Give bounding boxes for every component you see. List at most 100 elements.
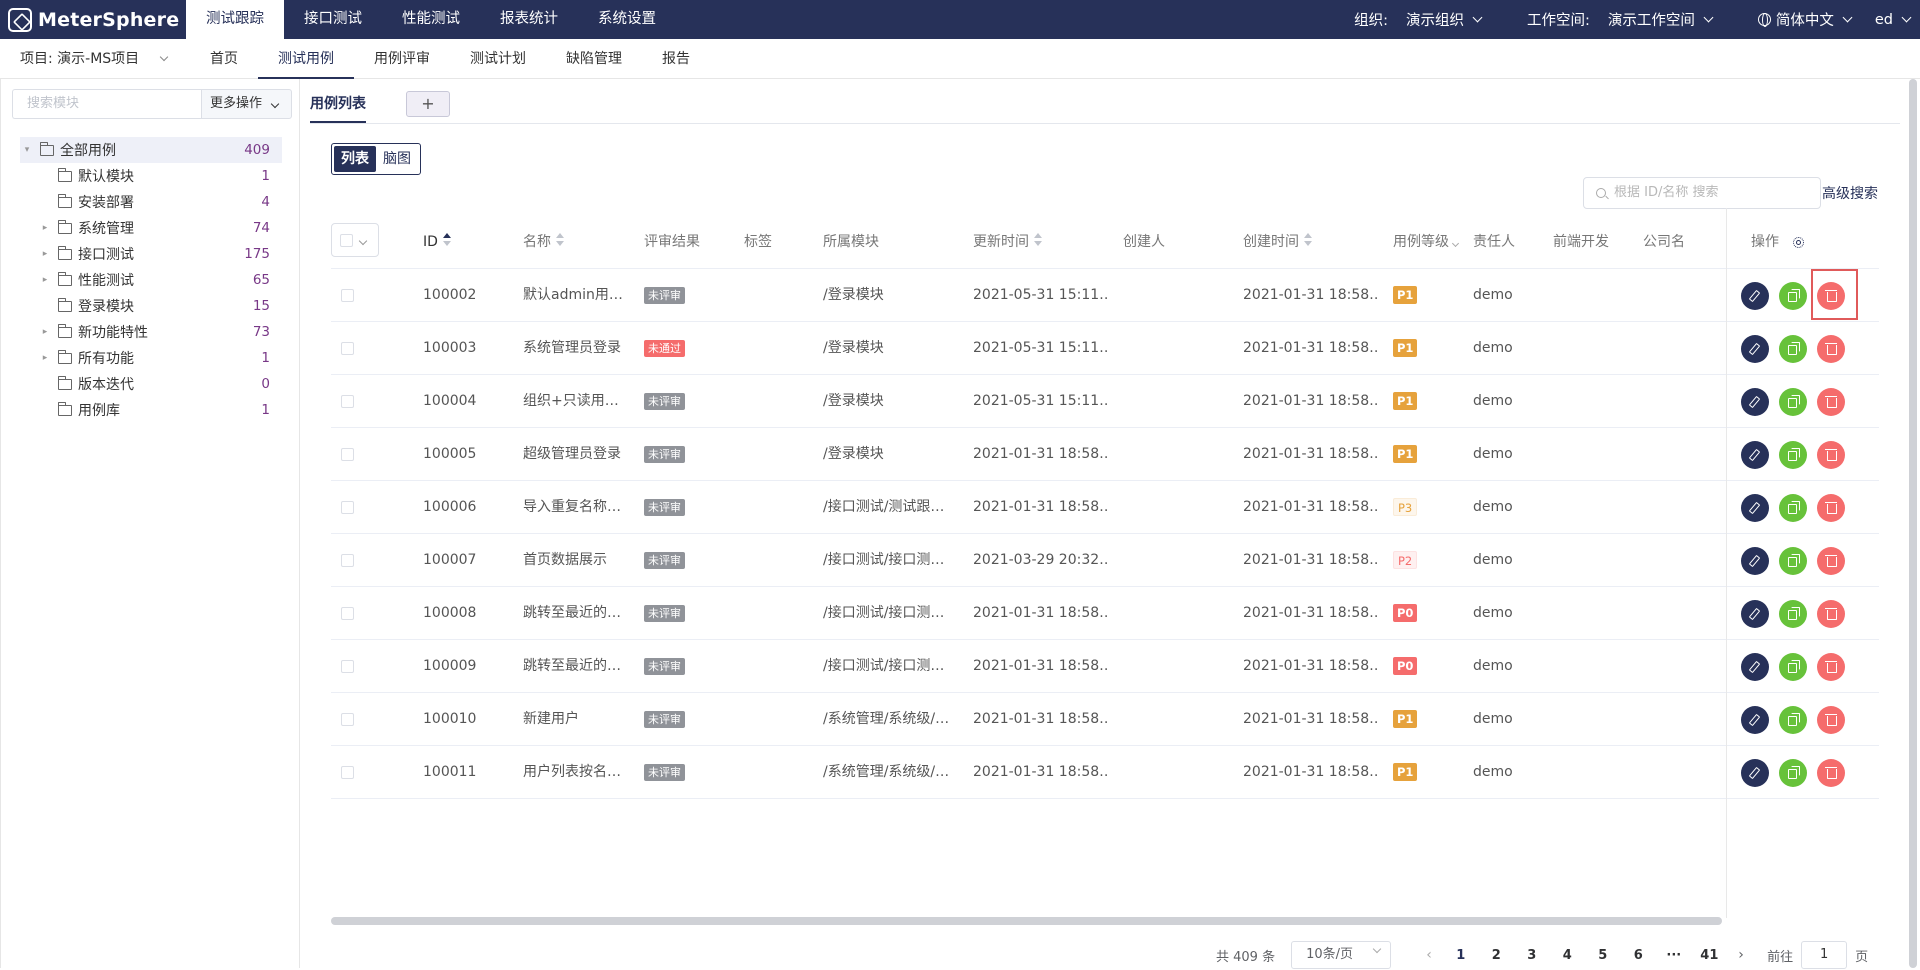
delete-icon[interactable] bbox=[1817, 652, 1845, 681]
tree-node[interactable]: ▾ 全部用例 409 bbox=[20, 137, 282, 163]
page-number[interactable]: 41 bbox=[1692, 948, 1728, 963]
edit-icon[interactable] bbox=[1741, 334, 1769, 363]
workspace-switcher[interactable]: 工作空间: 演示工作空间 bbox=[1527, 9, 1714, 30]
delete-icon[interactable] bbox=[1817, 705, 1845, 734]
gear-icon[interactable] bbox=[1793, 236, 1804, 248]
page-number[interactable]: 4 bbox=[1550, 948, 1586, 963]
page-size-select[interactable]: 10条/页 bbox=[1291, 941, 1392, 969]
cell-name[interactable]: 默认admin用… bbox=[523, 269, 635, 322]
row-checkbox[interactable] bbox=[341, 289, 354, 302]
edit-icon[interactable] bbox=[1741, 493, 1769, 522]
topnav-settings[interactable]: 系统设置 bbox=[578, 0, 676, 39]
edit-icon[interactable] bbox=[1741, 546, 1769, 575]
subnav-review[interactable]: 用例评审 bbox=[354, 39, 450, 79]
page-number[interactable]: 2 bbox=[1479, 948, 1515, 963]
expand-icon[interactable]: ▸ bbox=[38, 249, 52, 259]
select-all-checkbox[interactable] bbox=[340, 234, 353, 247]
cell-name[interactable]: 新建用户 bbox=[523, 693, 635, 746]
table-row[interactable]: 100002 默认admin用… 未评审/登录模块 2021-05-31 15:11…… bbox=[331, 269, 1879, 322]
cell-name[interactable]: 组织+只读用… bbox=[523, 375, 635, 428]
expand-icon[interactable]: ▸ bbox=[38, 353, 52, 363]
copy-icon[interactable] bbox=[1779, 387, 1807, 416]
row-checkbox[interactable] bbox=[341, 607, 354, 620]
expand-icon[interactable]: ▸ bbox=[38, 275, 52, 285]
topnav-test-track[interactable]: 测试跟踪 bbox=[186, 0, 284, 39]
tree-node[interactable]: ▸ 所有功能 1 bbox=[20, 345, 282, 371]
row-checkbox[interactable] bbox=[341, 395, 354, 408]
horizontal-scrollbar[interactable] bbox=[331, 917, 1722, 925]
sort-icon[interactable] bbox=[1304, 233, 1312, 247]
row-checkbox[interactable] bbox=[341, 554, 354, 567]
advanced-search-link[interactable]: 高级搜索 bbox=[1822, 183, 1878, 203]
vertical-scrollbar[interactable] bbox=[1909, 79, 1917, 968]
select-all-dropdown[interactable] bbox=[331, 223, 379, 257]
cell-name[interactable]: 首页数据展示 bbox=[523, 534, 635, 587]
filter-icon[interactable] bbox=[1451, 239, 1460, 248]
subnav-report[interactable]: 报告 bbox=[642, 39, 710, 79]
tree-node[interactable]: ▸ 性能测试 65 bbox=[20, 267, 282, 293]
subnav-test-plan[interactable]: 测试计划 bbox=[450, 39, 546, 79]
copy-icon[interactable] bbox=[1779, 652, 1807, 681]
subnav-test-cases[interactable]: 测试用例 bbox=[258, 39, 354, 79]
cell-name[interactable]: 跳转至最近的… bbox=[523, 587, 635, 640]
tree-node[interactable]: 默认模块 1 bbox=[20, 163, 282, 189]
more-actions-dropdown[interactable]: 更多操作 bbox=[201, 89, 292, 119]
edit-icon[interactable] bbox=[1741, 758, 1769, 787]
tree-node[interactable]: 登录模块 15 bbox=[20, 293, 282, 319]
col-update-time[interactable]: 更新时间 bbox=[973, 215, 1042, 269]
edit-icon[interactable] bbox=[1741, 705, 1769, 734]
row-checkbox[interactable] bbox=[341, 448, 354, 461]
logo[interactable]: MeterSphere bbox=[8, 6, 179, 33]
topnav-api-test[interactable]: 接口测试 bbox=[284, 0, 382, 39]
module-search-input[interactable]: 搜索模块 bbox=[12, 89, 202, 119]
tree-node[interactable]: 版本迭代 0 bbox=[20, 371, 282, 397]
tree-node[interactable]: ▸ 接口测试 175 bbox=[20, 241, 282, 267]
language-switcher[interactable]: 简体中文 bbox=[1757, 9, 1853, 30]
page-number[interactable]: 1 bbox=[1443, 948, 1479, 963]
topnav-performance-test[interactable]: 性能测试 bbox=[382, 0, 480, 39]
copy-icon[interactable] bbox=[1779, 758, 1807, 787]
tree-node[interactable]: 安装部署 4 bbox=[20, 189, 282, 215]
next-page-button[interactable]: › bbox=[1727, 947, 1755, 963]
table-row[interactable]: 100006 导入重复名称… 未评审/接口测试/测试跟… 2021-01-31 18:… bbox=[331, 481, 1879, 534]
expand-icon[interactable]: ▾ bbox=[20, 145, 34, 155]
org-switcher[interactable]: 组织: 演示组织 bbox=[1354, 9, 1483, 30]
delete-icon[interactable] bbox=[1817, 599, 1845, 628]
cell-name[interactable]: 导入重复名称… bbox=[523, 481, 635, 534]
row-checkbox[interactable] bbox=[341, 713, 354, 726]
sort-icon[interactable] bbox=[1034, 233, 1042, 247]
table-row[interactable]: 100011 用户列表按名… 未评审/系统管理/系统级/… 2021-01-31 18… bbox=[331, 746, 1879, 799]
edit-icon[interactable] bbox=[1741, 387, 1769, 416]
cell-name[interactable]: 超级管理员登录 bbox=[523, 428, 635, 481]
case-search-input[interactable]: 根据 ID/名称 搜索 bbox=[1583, 177, 1821, 209]
delete-icon[interactable] bbox=[1817, 334, 1845, 363]
copy-icon[interactable] bbox=[1779, 705, 1807, 734]
col-create-time[interactable]: 创建时间 bbox=[1243, 215, 1312, 269]
tree-node[interactable]: ▸ 系统管理 74 bbox=[20, 215, 282, 241]
topnav-reports[interactable]: 报表统计 bbox=[480, 0, 578, 39]
cell-name[interactable]: 用户列表按名… bbox=[523, 746, 635, 799]
edit-icon[interactable] bbox=[1741, 652, 1769, 681]
subnav-defects[interactable]: 缺陷管理 bbox=[546, 39, 642, 79]
edit-icon[interactable] bbox=[1741, 440, 1769, 469]
cell-name[interactable]: 系统管理员登录 bbox=[523, 322, 635, 375]
prev-page-button[interactable]: ‹ bbox=[1415, 947, 1443, 963]
col-name[interactable]: 名称 bbox=[523, 215, 564, 269]
project-switcher[interactable]: 项目: 演示-MS项目 bbox=[20, 39, 169, 79]
copy-icon[interactable] bbox=[1779, 440, 1807, 469]
goto-page-input[interactable]: 1 bbox=[1801, 941, 1848, 969]
page-number[interactable]: 3 bbox=[1514, 948, 1550, 963]
expand-icon[interactable]: ▸ bbox=[38, 223, 52, 233]
row-checkbox[interactable] bbox=[341, 342, 354, 355]
copy-icon[interactable] bbox=[1779, 493, 1807, 522]
row-checkbox[interactable] bbox=[341, 501, 354, 514]
view-mindmap-button[interactable]: 脑图 bbox=[376, 146, 418, 172]
page-number[interactable]: 6 bbox=[1621, 948, 1657, 963]
sort-icon[interactable] bbox=[442, 233, 451, 247]
user-menu[interactable]: ed bbox=[1875, 12, 1912, 28]
page-number[interactable]: ··· bbox=[1656, 948, 1692, 963]
col-priority[interactable]: 用例等级 bbox=[1393, 215, 1460, 269]
expand-icon[interactable]: ▸ bbox=[38, 327, 52, 337]
delete-icon[interactable] bbox=[1817, 493, 1845, 522]
table-row[interactable]: 100003 系统管理员登录 未通过/登录模块 2021-05-31 15:11… 20… bbox=[331, 322, 1879, 375]
